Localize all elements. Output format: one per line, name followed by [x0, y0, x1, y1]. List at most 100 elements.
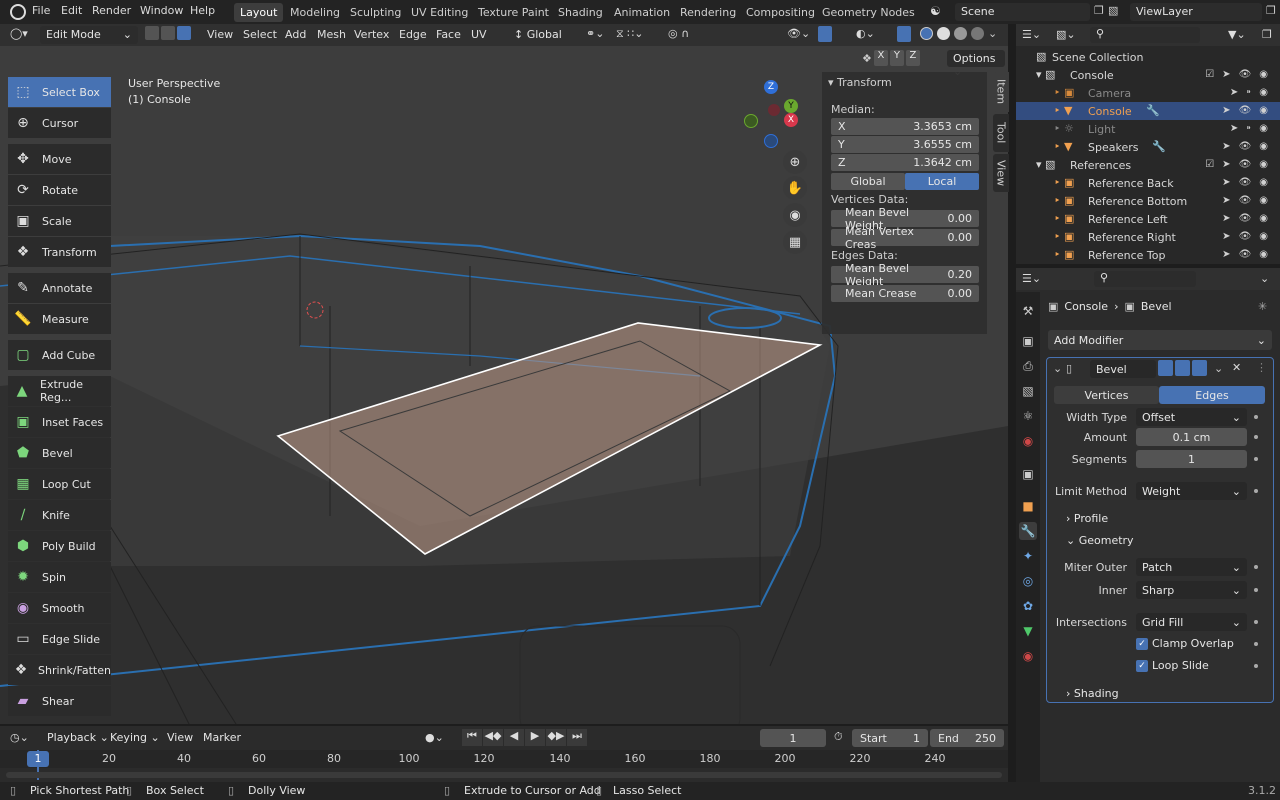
- segments-field[interactable]: 1: [1136, 450, 1247, 468]
- select-arrow-icon[interactable]: ➤: [1222, 213, 1230, 224]
- global-toggle[interactable]: Global: [831, 173, 905, 190]
- collection-properties-icon[interactable]: ▣: [1019, 465, 1037, 483]
- tab-geometry-nodes[interactable]: Geometry Nodes: [816, 3, 921, 22]
- eye-icon[interactable]: 👁: [1239, 105, 1252, 116]
- eye-icon[interactable]: 👁: [1239, 231, 1252, 242]
- tool-poly-build[interactable]: ⬢ Poly Build: [8, 531, 111, 561]
- eye-icon[interactable]: 👁: [1239, 159, 1252, 170]
- viewport-toggle-icon[interactable]: [1175, 360, 1190, 376]
- modifier-name-input[interactable]: Bevel: [1090, 360, 1156, 378]
- select-arrow-icon[interactable]: ➤: [1222, 249, 1230, 260]
- material-properties-icon[interactable]: ◉: [1019, 647, 1037, 665]
- tool-scale[interactable]: ▣ Scale: [8, 206, 111, 236]
- scene-selector[interactable]: Scene: [955, 3, 1090, 21]
- scene-icon[interactable]: ☯: [930, 4, 941, 18]
- menu-vertex[interactable]: Vertex: [354, 28, 389, 41]
- jump-end-icon[interactable]: ⏭: [567, 729, 587, 746]
- editor-type-icon[interactable]: ◯▾: [10, 27, 28, 40]
- jump-start-icon[interactable]: ⏮: [462, 729, 482, 746]
- tool-smooth[interactable]: ◉ Smooth: [8, 593, 111, 623]
- select-arrow-icon[interactable]: ➤: [1222, 141, 1230, 152]
- outliner-row[interactable]: ‣ ▣ Reference Left ➤ 👁 ◉: [1016, 210, 1280, 228]
- camera-view-icon[interactable]: ◉: [783, 203, 807, 227]
- timeline-scrollbar[interactable]: [6, 772, 1002, 778]
- eye-hidden-icon[interactable]: ⁍: [1246, 87, 1251, 98]
- wireframe-shading-icon[interactable]: [920, 27, 933, 40]
- select-arrow-icon[interactable]: ➤: [1222, 105, 1230, 116]
- start-frame-field[interactable]: Start 1: [852, 729, 928, 747]
- tool-annotate[interactable]: ✎ Annotate: [8, 273, 111, 303]
- close-icon[interactable]: ✕: [1232, 361, 1241, 374]
- width-type-select[interactable]: Offset ⌄: [1136, 408, 1247, 426]
- axis-x-gizmo[interactable]: X: [784, 113, 798, 127]
- output-properties-icon[interactable]: ⎙: [1019, 357, 1037, 375]
- pin-icon[interactable]: ✳: [1258, 300, 1267, 313]
- camera-icon[interactable]: ◉: [1259, 213, 1268, 224]
- new-collection-icon[interactable]: ❐: [1262, 28, 1272, 41]
- data-properties-icon[interactable]: ▼: [1019, 622, 1037, 640]
- tool-shrink-fatten[interactable]: ❖ Shrink/Fatten: [8, 655, 111, 685]
- edit-mode-toggle-icon[interactable]: [1158, 360, 1173, 376]
- tool-bevel[interactable]: ⬟ Bevel: [8, 438, 111, 468]
- tab-rendering[interactable]: Rendering: [674, 3, 742, 22]
- tab-layout[interactable]: Layout: [234, 3, 284, 22]
- camera-icon[interactable]: ◉: [1259, 195, 1268, 206]
- clamp-overlap-checkbox[interactable]: ✓ Clamp Overlap: [1136, 637, 1234, 650]
- select-arrow-icon[interactable]: ➤: [1222, 69, 1230, 80]
- menu-mesh[interactable]: Mesh: [317, 28, 346, 41]
- pan-hand-icon[interactable]: ✋: [783, 176, 807, 200]
- menu-file[interactable]: File: [32, 4, 50, 17]
- new-view-layer-icon[interactable]: ❐: [1266, 4, 1276, 17]
- vertex-select-icon[interactable]: [145, 26, 159, 40]
- outliner-row[interactable]: ▾ ▧ References ☑ ➤ 👁 ◉: [1016, 156, 1280, 174]
- play-icon[interactable]: ▶: [525, 729, 545, 746]
- collapse-chevron-icon[interactable]: ⌄: [1053, 362, 1062, 375]
- options-dropdown[interactable]: Options ⌄: [947, 50, 1005, 78]
- overlay-icon[interactable]: ◐⌄: [856, 27, 875, 40]
- new-scene-icon[interactable]: ❐: [1094, 4, 1104, 17]
- proportional-edit-icon[interactable]: ◎ ∩: [668, 27, 689, 40]
- properties-options-icon[interactable]: ⌄: [1260, 272, 1269, 285]
- 3d-viewport[interactable]: ⬚ Select Box ⊕ Cursor ✥ Move ⟳ Rotate ▣ Scale…: [0, 46, 1008, 724]
- keyframe-dot-icon[interactable]: [1254, 489, 1258, 493]
- modifier-dropdown-icon[interactable]: ⌄: [1214, 362, 1223, 375]
- tab-shading[interactable]: Shading: [552, 3, 609, 22]
- median-y-field[interactable]: Y 3.6555 cm: [831, 136, 979, 153]
- amount-field[interactable]: 0.1 cm: [1136, 428, 1247, 446]
- render-properties-icon[interactable]: ▣: [1019, 332, 1037, 350]
- camera-icon[interactable]: ◉: [1259, 159, 1268, 170]
- material-shading-icon[interactable]: [954, 27, 967, 40]
- rendered-shading-icon[interactable]: [971, 27, 984, 40]
- tool-move[interactable]: ✥ Move: [8, 144, 111, 174]
- current-frame-field[interactable]: 1: [760, 729, 826, 747]
- keyframe-dot-icon[interactable]: [1254, 565, 1258, 569]
- constraints-properties-icon[interactable]: ✿: [1019, 597, 1037, 615]
- menu-render[interactable]: Render: [92, 4, 131, 17]
- tab-tool[interactable]: Tool: [993, 114, 1009, 152]
- keyframe-dot-icon[interactable]: [1254, 642, 1258, 646]
- menu-edge[interactable]: Edge: [399, 28, 427, 41]
- checkbox-icon[interactable]: ☑: [1205, 69, 1214, 80]
- tab-texture-paint[interactable]: Texture Paint: [472, 3, 555, 22]
- tool-inset-faces[interactable]: ▣ Inset Faces: [8, 407, 111, 437]
- orientation-selector[interactable]: ↕ Global ⌄: [508, 26, 578, 54]
- loop-slide-checkbox[interactable]: ✓ Loop Slide: [1136, 659, 1209, 672]
- camera-icon[interactable]: ◉: [1259, 249, 1268, 260]
- geometry-subpanel[interactable]: ⌄ Geometry: [1066, 534, 1134, 547]
- visibility-icon[interactable]: 👁⌄: [787, 27, 810, 40]
- camera-icon[interactable]: ◉: [1259, 87, 1268, 98]
- keyframe-dot-icon[interactable]: [1254, 415, 1258, 419]
- keyframe-dot-icon[interactable]: [1254, 435, 1258, 439]
- camera-icon[interactable]: ◉: [1259, 231, 1268, 242]
- view-layer-icon[interactable]: ▧: [1108, 4, 1118, 17]
- shading-dropdown-icon[interactable]: ⌄: [988, 27, 997, 40]
- tool-extrude[interactable]: ▲ Extrude Reg...: [8, 376, 111, 406]
- axis-y-gizmo[interactable]: Y: [784, 99, 798, 113]
- outliner-row[interactable]: ‣ ▼ Speakers 🔧 ➤ 👁 ◉: [1016, 138, 1280, 156]
- keyframe-dot-icon[interactable]: [1254, 664, 1258, 668]
- axis-neg-z-gizmo[interactable]: [764, 134, 778, 148]
- tool-transform[interactable]: ❖ Transform: [8, 237, 111, 267]
- xray-icon[interactable]: [897, 26, 911, 42]
- select-arrow-icon[interactable]: ➤: [1222, 231, 1230, 242]
- ortho-grid-icon[interactable]: ▦: [783, 230, 807, 254]
